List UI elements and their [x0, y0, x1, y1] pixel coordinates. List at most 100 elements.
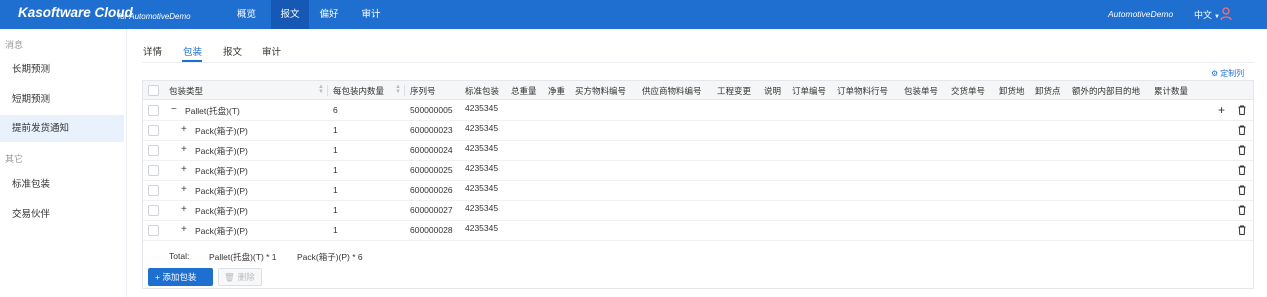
table-row[interactable]: − Pallet(托盘)(T) 6 500000005 4235345 + [143, 101, 1253, 121]
column-header-order-line-number[interactable]: 订单物料行号 [837, 85, 888, 97]
cell-standard-packaging: 4235345 [465, 123, 499, 133]
cell-standard-packaging: 4235345 [465, 203, 499, 213]
row-checkbox[interactable] [148, 125, 159, 136]
tabs-divider [142, 62, 1254, 63]
sidebar-item-trading-partners[interactable]: 交易伙伴 [0, 201, 124, 228]
sidebar-item-long-term-forecast[interactable]: 长期预测 [0, 56, 124, 83]
column-divider [327, 85, 328, 96]
column-header-order-number[interactable]: 订单编号 [792, 85, 826, 97]
trash-icon[interactable] [1238, 165, 1246, 175]
nav-messages[interactable]: 报文 [271, 0, 309, 29]
brand-logo[interactable]: Kasoftware Cloud [18, 5, 133, 20]
column-header-serial-number[interactable]: 序列号 [410, 85, 436, 97]
column-header-engineering-change[interactable]: 工程变更 [717, 85, 751, 97]
cell-package-type: Pallet(托盘)(T) [185, 106, 240, 116]
cell-package-type: Pack(箱子)(P) [195, 166, 248, 176]
gear-icon: ⚙ [1211, 69, 1219, 78]
delete-button[interactable]: 🗑 删除 [218, 268, 262, 286]
column-header-gross-weight[interactable]: 总重量 [511, 85, 537, 97]
nav-audit[interactable]: 审计 [354, 0, 388, 29]
table-row[interactable]: + Pack(箱子)(P) 1 600000023 4235345 [143, 121, 1253, 141]
add-child-icon[interactable]: + [1218, 103, 1225, 117]
column-header-cumulative-quantity[interactable]: 累计数量 [1154, 85, 1188, 97]
language-selector[interactable]: 中文 ▼ [1194, 8, 1220, 21]
nav-preferences[interactable]: 偏好 [312, 0, 346, 29]
table-row[interactable]: + Pack(箱子)(P) 1 600000024 4235345 [143, 141, 1253, 161]
row-checkbox[interactable] [148, 165, 159, 176]
column-header-supplier-part-number[interactable]: 供应商物料编号 [642, 85, 702, 97]
cell-package-type: Pack(箱子)(P) [195, 126, 248, 136]
cell-standard-packaging: 4235345 [465, 223, 499, 233]
sidebar-item-short-term-forecast[interactable]: 短期预测 [0, 86, 124, 113]
cell-standard-packaging: 4235345 [465, 143, 499, 153]
tab-audit[interactable]: 审计 [262, 44, 281, 58]
trash-icon[interactable] [1238, 225, 1246, 235]
column-header-extra-internal-destination[interactable]: 额外的内部目的地 [1072, 85, 1140, 97]
cell-serial: 600000028 [410, 225, 453, 235]
column-header-buyer-part-number[interactable]: 买方物料编号 [575, 85, 626, 97]
cell-standard-packaging: 4235345 [465, 163, 499, 173]
tab-packaging[interactable]: 包装 [183, 44, 202, 58]
customize-columns-button[interactable]: ⚙ 定制列 [1211, 68, 1244, 79]
tab-details[interactable]: 详情 [143, 44, 162, 58]
trash-icon: 🗑 [224, 272, 235, 282]
cell-standard-packaging: 4235345 [465, 103, 499, 113]
table-row[interactable]: + Pack(箱子)(P) 1 600000026 4235345 [143, 181, 1253, 201]
trash-icon[interactable] [1238, 205, 1246, 215]
expand-icon[interactable]: + [181, 204, 187, 215]
column-header-standard-packaging[interactable]: 标准包装 [465, 85, 499, 97]
cell-package-type: Pack(箱子)(P) [195, 206, 248, 216]
select-all-checkbox[interactable] [148, 85, 159, 96]
cell-qty: 1 [333, 125, 338, 135]
customize-columns-label: 定制列 [1220, 69, 1245, 78]
expand-icon[interactable]: + [181, 124, 187, 135]
trash-icon[interactable] [1238, 145, 1246, 155]
top-navbar: Kasoftware Cloud for AutomotiveDemo 概览 报… [0, 0, 1267, 29]
total-pack: Pack(箱子)(P) * 6 [297, 252, 363, 262]
table-row[interactable]: + Pack(箱子)(P) 1 600000027 4235345 [143, 201, 1253, 221]
row-checkbox[interactable] [148, 205, 159, 216]
column-header-unloading-point[interactable]: 卸货点 [1035, 85, 1061, 97]
sidebar-item-asn[interactable]: 提前发货通知 [0, 115, 124, 142]
cell-serial: 600000025 [410, 165, 453, 175]
table-row[interactable]: + Pack(箱子)(P) 1 600000028 4235345 [143, 221, 1253, 241]
column-header-package-type[interactable]: 包装类型 [169, 85, 203, 97]
cell-package-type: Pack(箱子)(P) [195, 146, 248, 156]
tab-message[interactable]: 报文 [223, 44, 242, 58]
cell-serial: 600000024 [410, 145, 453, 155]
trash-icon[interactable] [1238, 125, 1246, 135]
expand-icon[interactable]: + [181, 164, 187, 175]
sort-icon[interactable]: ▲ ▼ [318, 84, 324, 95]
collapse-icon[interactable]: − [171, 104, 177, 115]
add-package-button[interactable]: + 添加包装 [148, 268, 213, 286]
sidebar-item-standard-packaging[interactable]: 标准包装 [0, 171, 124, 198]
user-icon[interactable] [1219, 6, 1233, 22]
column-header-unloading-place[interactable]: 卸货地 [999, 85, 1025, 97]
column-header-qty-per-package[interactable]: 每包装内数量 [333, 85, 384, 97]
current-user[interactable]: AutomotiveDemo [1108, 9, 1173, 19]
column-divider [404, 85, 405, 96]
row-checkbox[interactable] [148, 105, 159, 116]
expand-icon[interactable]: + [181, 144, 187, 155]
nav-overview[interactable]: 概览 [229, 0, 264, 29]
column-header-description[interactable]: 说明 [764, 85, 781, 97]
expand-icon[interactable]: + [181, 184, 187, 195]
cell-qty: 1 [333, 185, 338, 195]
row-checkbox[interactable] [148, 145, 159, 156]
column-header-net-weight[interactable]: 净重 [548, 85, 565, 97]
table-row[interactable]: + Pack(箱子)(P) 1 600000025 4235345 [143, 161, 1253, 181]
cell-serial: 500000005 [410, 105, 453, 115]
column-header-delivery-number[interactable]: 交货单号 [951, 85, 985, 97]
cell-qty: 1 [333, 145, 338, 155]
expand-icon[interactable]: + [181, 224, 187, 235]
delete-label: 删除 [237, 272, 255, 282]
row-checkbox[interactable] [148, 185, 159, 196]
sort-icon[interactable]: ▲ ▼ [395, 84, 401, 95]
cell-serial: 600000023 [410, 125, 453, 135]
trash-icon[interactable] [1238, 105, 1246, 115]
row-checkbox[interactable] [148, 225, 159, 236]
cell-serial: 600000026 [410, 185, 453, 195]
trash-icon[interactable] [1238, 185, 1246, 195]
column-header-package-number[interactable]: 包装单号 [904, 85, 938, 97]
sidebar-group-messages: 消息 [5, 40, 24, 50]
